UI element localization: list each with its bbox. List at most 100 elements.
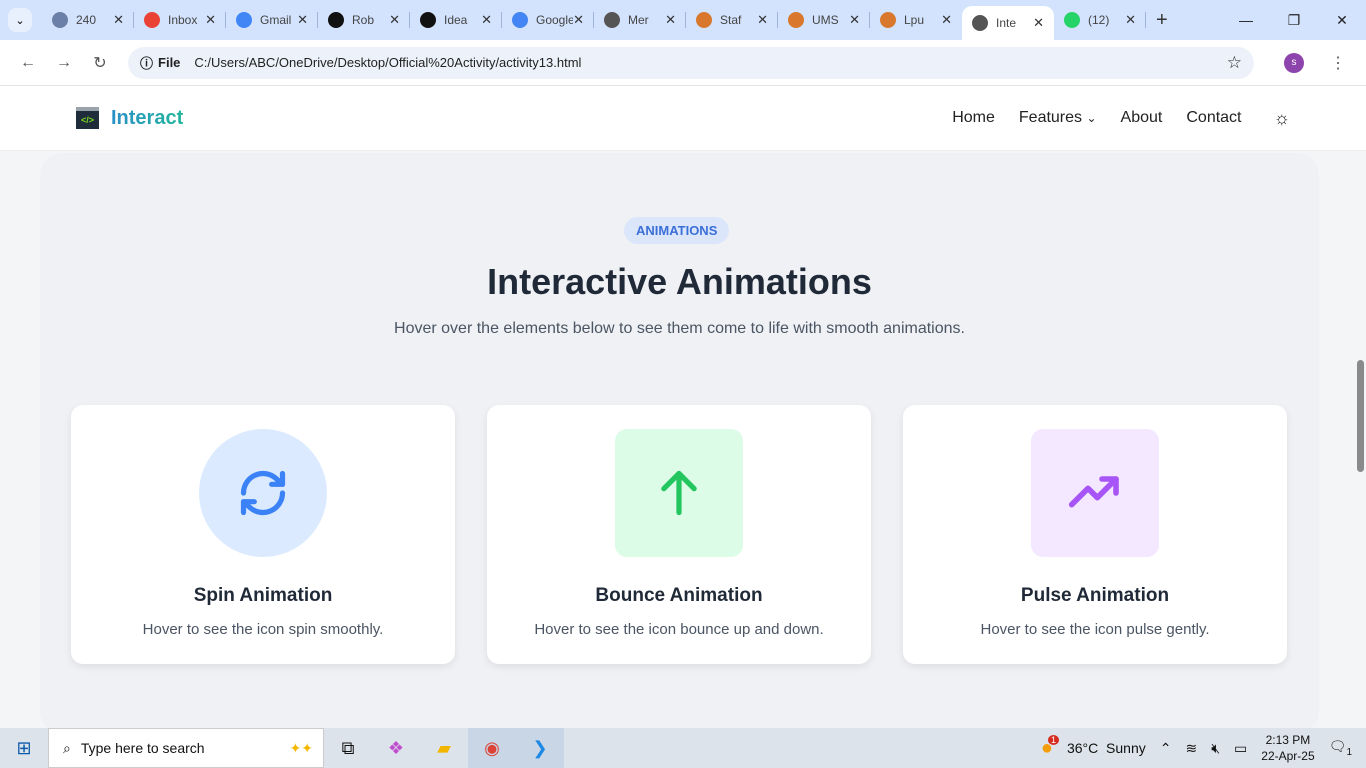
date: 22-Apr-25: [1261, 749, 1315, 763]
card-desc: Hover to see the icon spin smoothly.: [142, 621, 384, 638]
card-desc: Hover to see the icon pulse gently.: [980, 621, 1210, 638]
section-badge: ANIMATIONS: [624, 217, 730, 244]
url-text: C:/Users/ABC/OneDrive/Desktop/Official%2…: [194, 55, 582, 70]
browser-tab[interactable]: Rob ✕: [318, 0, 410, 40]
tab-close-icon[interactable]: ✕: [389, 12, 400, 28]
bookmark-star-icon[interactable]: ☆: [1227, 53, 1242, 73]
browser-tab[interactable]: Inbox ✕: [134, 0, 226, 40]
tab-title: Lpu: [904, 13, 925, 27]
tab-title: Staf: [720, 13, 742, 27]
tab-favicon-icon: [52, 12, 68, 28]
tab-favicon-icon: [788, 12, 804, 28]
browser-tab[interactable]: UMS ✕: [778, 0, 870, 40]
spin-card[interactable]: Spin Animation Hover to see the icon spi…: [71, 405, 455, 664]
tab-title: Idea: [444, 13, 468, 27]
page-scrollbar[interactable]: [1357, 360, 1364, 472]
menu-kebab-icon[interactable]: ⋮: [1320, 53, 1356, 73]
tab-title: Inte: [996, 16, 1017, 30]
browser-tab[interactable]: Google ✕: [502, 0, 594, 40]
browser-tab[interactable]: Gmail ✕: [226, 0, 318, 40]
tab-close-icon[interactable]: ✕: [573, 12, 584, 28]
tab-close-icon[interactable]: ✕: [1125, 12, 1136, 28]
bounce-card[interactable]: Bounce Animation Hover to see the icon b…: [487, 405, 871, 664]
tab-title: Google: [536, 13, 574, 27]
tab-close-icon[interactable]: ✕: [665, 12, 676, 28]
browser-tab[interactable]: Inte ✕: [962, 6, 1054, 40]
code-icon: </>: [76, 107, 99, 129]
tab-favicon-icon: [328, 12, 344, 28]
tab-favicon-icon: [880, 12, 896, 28]
tab-search-button[interactable]: ⌄: [8, 8, 32, 32]
chevron-up-icon[interactable]: ⌃: [1160, 740, 1172, 757]
tab-favicon-icon: [1064, 12, 1080, 28]
weather-text[interactable]: 36°C Sunny: [1067, 740, 1146, 756]
weather-icon[interactable]: ● 1: [1041, 734, 1059, 760]
browser-tab[interactable]: Lpu ✕: [870, 0, 962, 40]
brand-name: Interact: [111, 106, 184, 129]
volume-muted-icon[interactable]: 🔇︎: [1211, 740, 1220, 757]
tab-strip: ⌄ 240 ✕ Inbox ✕ Gmail ✕ Rob ✕ Idea ✕ Google ✕ Mer ✕ St…: [0, 0, 1366, 40]
battery-icon[interactable]: ▭: [1234, 740, 1247, 757]
nav-contact[interactable]: Contact: [1186, 109, 1241, 127]
copilot-icon[interactable]: ❖: [372, 728, 420, 768]
info-icon[interactable]: ⓘ: [140, 53, 153, 72]
profile-avatar[interactable]: s: [1284, 52, 1304, 73]
tab-title: Rob: [352, 13, 375, 27]
tab-close-icon[interactable]: ✕: [297, 12, 308, 28]
notification-count: 1: [1346, 746, 1352, 758]
windows-taskbar: ⊞ ⌕ Type here to search ✦✦ ⧉ ❖ ▰ ◉ ❯ ● 1 …: [0, 728, 1366, 768]
close-window-button[interactable]: ✕: [1318, 0, 1366, 40]
theme-toggle-sun-icon[interactable]: ☼: [1274, 108, 1291, 129]
tab-close-icon[interactable]: ✕: [205, 12, 216, 28]
tab-favicon-icon: [420, 12, 436, 28]
tab-favicon-icon: [972, 15, 988, 31]
new-tab-button[interactable]: +: [1156, 9, 1168, 32]
arrow-up-icon: [615, 429, 743, 557]
card-title: Pulse Animation: [1020, 585, 1170, 606]
weather-badge: 1: [1047, 734, 1059, 745]
browser-tab[interactable]: 240 ✕: [42, 0, 134, 40]
browser-tab[interactable]: (12) ✕: [1054, 0, 1146, 40]
search-icon: ⌕: [63, 739, 71, 756]
forward-button[interactable]: →: [46, 54, 82, 72]
clock[interactable]: 2:13 PM 22-Apr-25: [1261, 732, 1314, 764]
nav-about[interactable]: About: [1121, 109, 1163, 127]
url-input[interactable]: ⓘ File C:/Users/ABC/OneDrive/Desktop/Offi…: [128, 46, 1254, 79]
reload-button[interactable]: ↻: [82, 53, 118, 73]
vscode-icon[interactable]: ❯: [516, 728, 564, 768]
pulse-card[interactable]: Pulse Animation Hover to see the icon pu…: [903, 405, 1287, 664]
back-button[interactable]: ←: [10, 54, 46, 72]
browser-tab[interactable]: Idea ✕: [410, 0, 502, 40]
task-view-icon[interactable]: ⧉: [324, 728, 372, 768]
wifi-icon[interactable]: ≋: [1185, 740, 1197, 757]
tab-favicon-icon: [696, 12, 712, 28]
tab-title: UMS: [812, 13, 839, 27]
tab-close-icon[interactable]: ✕: [1033, 15, 1044, 31]
time: 2:13 PM: [1265, 733, 1311, 747]
tab-favicon-icon: [236, 12, 252, 28]
site-logo[interactable]: </> Interact: [76, 107, 183, 130]
address-bar-row: ← → ↻ ⓘ File C:/Users/ABC/OneDrive/Deskto…: [0, 40, 1366, 86]
tab-close-icon[interactable]: ✕: [757, 12, 768, 28]
browser-tab[interactable]: Mer ✕: [594, 0, 686, 40]
tab-close-icon[interactable]: ✕: [113, 12, 124, 28]
card-desc: Hover to see the icon bounce up and down…: [534, 621, 824, 638]
minimize-button[interactable]: —: [1222, 0, 1270, 40]
tab-close-icon[interactable]: ✕: [481, 12, 492, 28]
section-subtitle: Hover over the elements below to see the…: [394, 320, 965, 337]
nav-features[interactable]: Features ⌄: [1019, 109, 1097, 127]
chrome-icon[interactable]: ◉: [468, 728, 516, 768]
tab-close-icon[interactable]: ✕: [941, 12, 952, 28]
tab-title: Inbox: [168, 13, 198, 27]
notification-icon[interactable]: 🗨︎1: [1329, 738, 1352, 758]
nav-home[interactable]: Home: [952, 109, 995, 127]
maximize-button[interactable]: ❐: [1270, 0, 1318, 40]
file-explorer-icon[interactable]: ▰: [420, 728, 468, 768]
taskbar-search[interactable]: ⌕ Type here to search ✦✦: [48, 728, 324, 768]
tab-title: 240: [76, 13, 97, 27]
windows-start-icon[interactable]: ⊞: [0, 728, 48, 768]
browser-tab[interactable]: Staf ✕: [686, 0, 778, 40]
tab-close-icon[interactable]: ✕: [849, 12, 860, 28]
tab-title: Mer: [628, 13, 649, 27]
tab-favicon-icon: [144, 12, 160, 28]
